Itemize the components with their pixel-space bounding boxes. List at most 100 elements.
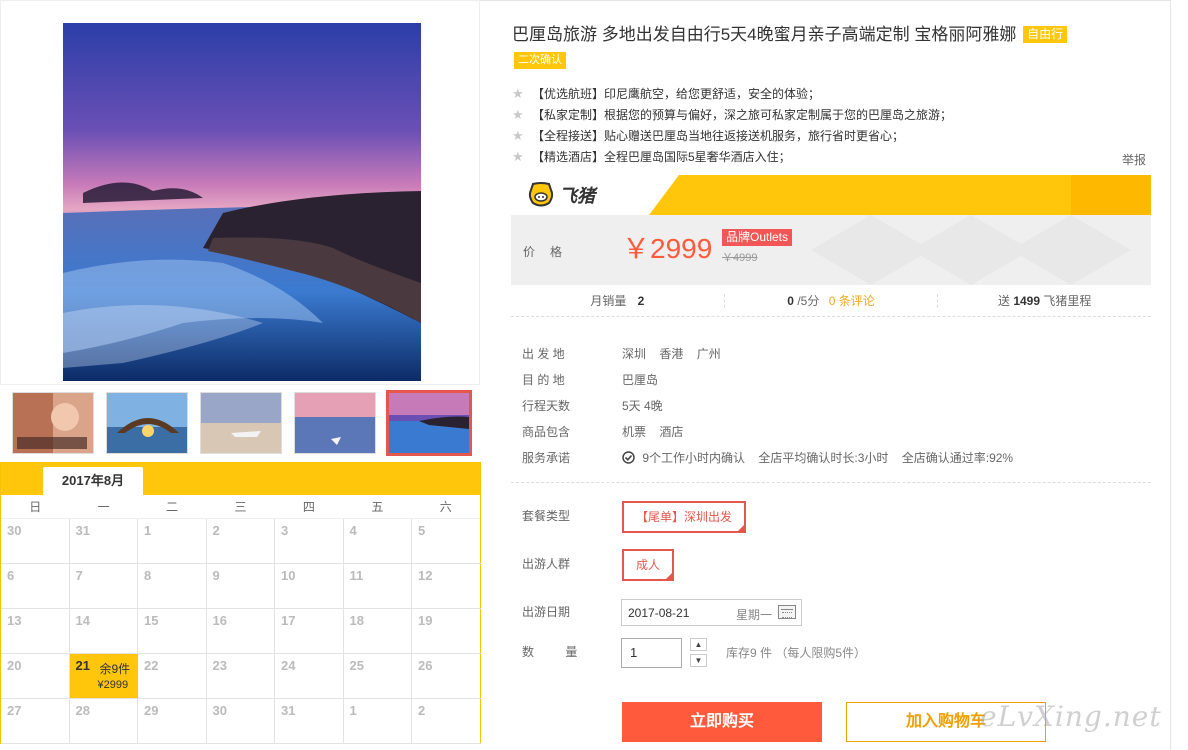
calendar-day[interactable]: 18 [343, 609, 412, 654]
feature-text: 【全程接送】贴心赠送巴厘岛当地往返接送机服务，旅行省时更省心； [532, 129, 905, 143]
calendar-day[interactable]: 3 [275, 519, 344, 564]
calendar-day-number: 2 [212, 523, 220, 538]
calendar-day-number: 22 [144, 658, 159, 673]
brand-banner-dark [1071, 175, 1151, 215]
calendar-day-number: 13 [7, 613, 22, 628]
calendar-day-number: 18 [349, 613, 364, 628]
thumbnail-3[interactable] [200, 392, 282, 454]
reviews-link[interactable]: 0 条评论 [829, 294, 875, 308]
stock-note: 库存9 件 （每人限购5件） [726, 646, 867, 660]
calendar-day[interactable]: 28 [69, 699, 138, 744]
rating-suffix: /5分 [797, 293, 820, 308]
weekday-label: 六 [439, 500, 452, 514]
calendar-day[interactable]: 27 [1, 699, 70, 744]
thumbnail-1[interactable] [12, 392, 94, 454]
calendar-day-number: 26 [418, 658, 433, 673]
calendar-day-available[interactable]: 21 余9件 ¥2999 [69, 654, 138, 699]
calendar-day[interactable]: 29 [138, 699, 207, 744]
quantity-decrease-button[interactable]: ▼ [690, 654, 707, 667]
thumbnail-2[interactable] [106, 392, 188, 454]
departure-city: 香港 [659, 346, 684, 361]
main-product-image[interactable] [63, 23, 421, 381]
calendar-day[interactable]: 9 [206, 564, 275, 609]
star-icon: ★ [512, 106, 524, 122]
buy-now-button[interactable]: 立即购买 [622, 702, 822, 742]
calendar-day[interactable]: 16 [206, 609, 275, 654]
calendar-day-number: 17 [281, 613, 296, 628]
calendar-day[interactable]: 31 [275, 699, 344, 744]
brand-banner-slant [649, 175, 679, 215]
departure-calendar: 2017年8月 日一二三四五六 30 31 1 2 3 4 5 6 7 8 9 10 11 12 13 14 1… [0, 462, 481, 744]
miles-prefix: 送 [997, 293, 1010, 308]
include-item: 机票 [622, 424, 647, 439]
right-border [1170, 0, 1171, 750]
calendar-day[interactable]: 2 [412, 699, 481, 744]
info-destination: 目 的 地 巴厘岛 [522, 366, 1152, 392]
info-duration: 行程天数 5天 4晚 [522, 392, 1152, 418]
calendar-day[interactable]: 12 [412, 564, 481, 609]
thumbnail-4[interactable] [294, 392, 376, 454]
feature-list: ★ 【优选航班】印尼鹰航空，给您更舒适，安全的体验； ★ 【私家定制】根据您的预算与偏… [512, 83, 1112, 167]
calendar-day-number: 30 [212, 703, 227, 718]
feature-item: ★ 【优选航班】印尼鹰航空，给您更舒适，安全的体验； [512, 83, 1112, 104]
calendar-day[interactable]: 1 [343, 699, 412, 744]
calendar-day[interactable]: 13 [1, 609, 70, 654]
star-icon: ★ [512, 127, 524, 143]
calendar-day[interactable]: 19 [412, 609, 481, 654]
calendar-day[interactable]: 30 [1, 519, 70, 564]
calendar-day[interactable]: 8 [138, 564, 207, 609]
weekday-label: 日 [29, 500, 42, 514]
travel-date-input[interactable]: 2017-08-21 星期一 [621, 599, 802, 626]
calendar-day[interactable]: 25 [343, 654, 412, 699]
includes-values: 机票 酒店 [622, 423, 693, 440]
calendar-month-tab[interactable]: 2017年8月 [43, 467, 143, 495]
calendar-day[interactable]: 2 [206, 519, 275, 564]
group-option-selected[interactable]: 成人 ✓ [622, 549, 675, 581]
product-title: 巴厘岛旅游 多地出发自由行5天4晚蜜月亲子高端定制 宝格丽阿雅娜 自由行 [512, 24, 1152, 46]
calendar-icon[interactable] [778, 605, 796, 619]
calendar-day[interactable]: 14 [69, 609, 138, 654]
thumbnail-5-selected[interactable] [386, 390, 472, 456]
departure-city: 广州 [696, 346, 721, 361]
calendar-day[interactable]: 4 [343, 519, 412, 564]
calendar-day[interactable]: 6 [1, 564, 70, 609]
check-circle-icon [622, 450, 635, 464]
monthly-sales-label: 月销量 [590, 293, 627, 308]
calendar-day[interactable]: 5 [412, 519, 481, 564]
miles-value: 1499 [1013, 293, 1041, 308]
report-link[interactable]: 举报 [1122, 151, 1146, 168]
calendar-day[interactable]: 1 [138, 519, 207, 564]
group-label: 出游人群 [522, 557, 571, 571]
calendar-day[interactable]: 17 [275, 609, 344, 654]
calendar-day-number: 6 [7, 568, 15, 583]
feature-text: 【私家定制】根据您的预算与偏好，深之旅可私家定制属于您的巴厘岛之旅游； [532, 108, 953, 122]
quantity-increase-button[interactable]: ▲ [690, 638, 707, 651]
calendar-day[interactable]: 22 [138, 654, 207, 699]
tag-second-confirm: 二次确认 [514, 52, 566, 69]
service-item: 全店平均确认时长:3小时 [758, 450, 889, 465]
brand-banner: 飞猪 [511, 175, 1151, 215]
calendar-day[interactable]: 20 [1, 654, 70, 699]
calendar-day[interactable]: 10 [275, 564, 344, 609]
weekday-label: 五 [371, 500, 384, 514]
calendar-day[interactable]: 23 [206, 654, 275, 699]
package-option-selected[interactable]: 【尾单】深圳出发 ✓ [622, 501, 747, 533]
departure-values: 深圳 香港 广州 [622, 345, 731, 362]
calendar-day[interactable]: 11 [343, 564, 412, 609]
calendar-day[interactable]: 26 [412, 654, 481, 699]
product-info: 出 发 地 深圳 香港 广州 目 的 地 巴厘岛 行程天数 5天 4晚 商品包含… [522, 340, 1152, 470]
stats-bar: 月销量 2 0 /5分 0 条评论 送 1499 飞猪里程 [511, 285, 1151, 317]
calendar-day[interactable]: 24 [275, 654, 344, 699]
departure-city: 深圳 [622, 346, 647, 361]
miles-suffix: 飞猪里程 [1043, 293, 1092, 308]
calendar-day[interactable]: 30 [206, 699, 275, 744]
calendar-day[interactable]: 31 [69, 519, 138, 564]
calendar-header: 2017年8月 [1, 463, 480, 495]
monthly-sales-value: 2 [637, 293, 645, 308]
calendar-day-number: 31 [281, 703, 296, 718]
quantity-input[interactable]: 1 [621, 638, 682, 668]
calendar-day-number: 8 [144, 568, 152, 583]
calendar-day[interactable]: 7 [69, 564, 138, 609]
date-label: 出游日期 [522, 605, 571, 619]
calendar-day[interactable]: 15 [138, 609, 207, 654]
